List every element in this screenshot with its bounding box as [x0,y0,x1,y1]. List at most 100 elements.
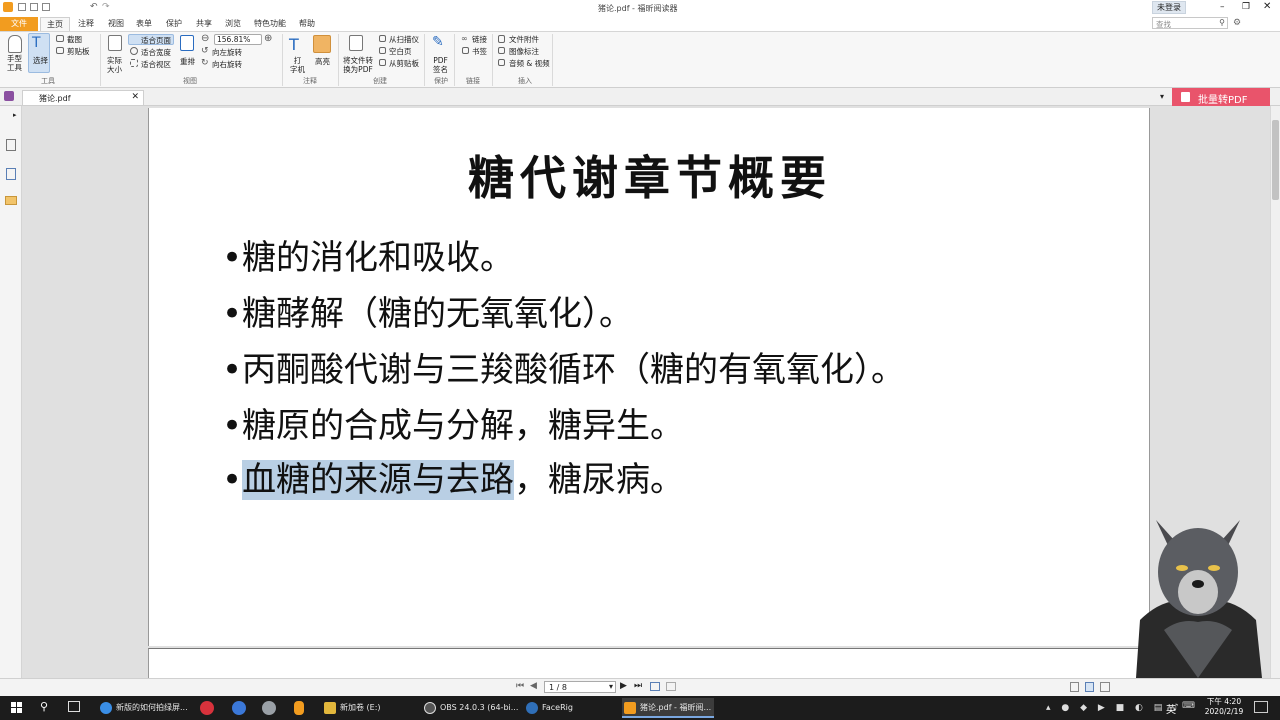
tools-group-label: 工具 [41,77,55,85]
first-page-icon[interactable]: ⏮ [516,681,524,691]
open-icon[interactable] [18,3,26,11]
hand-tool-icon[interactable] [8,35,22,53]
taskbar-obs[interactable]: OBS 24.0.3 (64-bi... [422,698,518,718]
taskbar-foxit[interactable]: 猪论.pdf - 福昕阅... [622,698,714,718]
bookmark-panel-icon[interactable] [6,139,16,151]
ribbon-toolbar: 手型 工具 T 选择 工具 截图 剪贴板 实际 大小 适合页面 适合宽度 适合视… [0,32,1280,88]
audio-video-button[interactable]: 音频 & 视频 [509,58,550,69]
continuous-icon[interactable] [1085,682,1094,692]
scrollbar-thumb[interactable] [1272,120,1279,200]
convert-to-pdf-button[interactable]: 将文件转 换为PDF [343,56,373,74]
tab-file[interactable]: 文件 [0,17,38,31]
save-icon[interactable] [30,3,38,11]
tray-icons[interactable]: ▴ ● ◆ ▶ ■ ◐ ▤ ♪ [1046,703,1183,713]
tab-browse[interactable]: 浏览 [220,17,246,31]
search-input[interactable]: 查找 ⚲ [1152,17,1228,29]
navigation-panel: ▸ [0,106,22,678]
taskbar-explorer[interactable]: 新加卷 (E:) [322,698,414,718]
close-tab-icon[interactable]: ✕ [131,92,139,102]
image-annotation-button[interactable]: 图像标注 [509,46,539,57]
snapshot-button[interactable]: 截图 [67,34,82,45]
zoom-in-icon[interactable]: ⊕ [264,33,272,44]
tab-view[interactable]: 视图 [104,17,128,31]
gear-icon[interactable]: ⚙ [1233,18,1241,28]
page-number-input[interactable]: 1 / 8 ▾ [544,681,616,693]
fit-width-button[interactable]: 适合宽度 [141,47,171,58]
clock[interactable]: 下午 4:20 2020/2/19 [1204,697,1244,717]
document-tabs: 猪论.pdf ✕ ▾ 批量转PDF [0,88,1280,106]
fit-visible-icon [130,59,138,67]
taskbar-facerig[interactable]: FaceRig [524,698,616,718]
typewriter-button[interactable]: 打 字机 [290,56,305,74]
vertical-scrollbar[interactable] [1270,106,1280,678]
taskbar-explorer-label: 新加卷 (E:) [340,703,381,712]
search-taskbar-icon[interactable]: ⚲ [40,700,48,713]
blank-page-button[interactable]: 空白页 [389,46,412,57]
link-button[interactable]: 链接 [472,34,487,45]
search-icon[interactable]: ⚲ [1219,18,1225,27]
restore-icon[interactable]: ❐ [1242,2,1250,12]
single-page-icon[interactable] [1070,682,1079,692]
tab-help[interactable]: 帮助 [294,17,320,31]
bookmark-button[interactable]: 书签 [472,46,487,57]
print-icon[interactable] [42,3,50,11]
doc-tab[interactable]: 猪论.pdf ✕ [22,90,144,105]
highlight-button[interactable]: 高亮 [315,56,330,67]
tab-form[interactable]: 表单 [132,17,156,31]
ime-icon[interactable]: ⌨ [1182,701,1195,711]
fit-visible-button[interactable]: 适合视区 [141,59,171,70]
clipboard-button[interactable]: 剪贴板 [67,46,90,57]
task-view-icon[interactable] [68,701,80,712]
foxit-pin-icon[interactable] [294,701,304,715]
highlighted-text[interactable]: 血糖的来源与去路 [242,460,515,500]
taskbar-facerig-label: FaceRig [542,703,573,712]
tab-share[interactable]: 共享 [192,17,216,31]
select-label[interactable]: 选择 [33,55,48,66]
rotate-right-button[interactable]: 向右旋转 [212,59,242,70]
from-scanner-button[interactable]: 从扫描仪 [389,34,419,45]
clock-time: 下午 4:20 [1206,697,1242,706]
login-button[interactable]: 未登录 [1152,1,1186,14]
next-view-icon[interactable] [666,682,676,691]
page-dropdown-icon[interactable]: ▾ [609,682,613,691]
tab-comment[interactable]: 注释 [74,17,98,31]
from-clipboard-button[interactable]: 从剪贴板 [389,58,419,69]
app-icon[interactable] [262,701,276,715]
redo-icon[interactable]: ↷ [102,2,110,12]
window-title: 猪论.pdf - 福昕阅读器 [598,4,678,13]
notification-icon[interactable] [1254,701,1268,713]
browser-icon[interactable] [232,701,246,715]
scanner-icon [379,35,386,42]
actual-size-button[interactable]: 实际 大小 [107,56,122,74]
tab-home[interactable]: 主页 [40,17,70,31]
zoom-out-icon[interactable]: ⊖ [201,33,209,44]
prev-view-icon[interactable] [650,682,660,691]
batch-convert-button[interactable]: 批量转PDF [1172,88,1270,106]
minimize-icon[interactable]: – [1220,2,1225,12]
pdf-sign-button[interactable]: PDF 签名 [433,56,448,74]
expand-panel-icon[interactable]: ▸ [13,111,17,119]
fit-width-icon [130,47,138,55]
undo-icon[interactable]: ↶ [90,2,98,12]
next-page-icon[interactable]: ▶ [620,681,627,691]
windows-start-icon[interactable] [11,702,23,714]
facing-icon[interactable] [1100,682,1110,692]
hand-tool-label[interactable]: 手型 工具 [7,54,22,72]
tab-list-icon[interactable]: ▾ [1160,92,1164,101]
close-icon[interactable]: ✕ [1263,1,1271,12]
tab-protect[interactable]: 保护 [162,17,186,31]
netease-music-icon[interactable] [200,701,214,715]
pdf-page-next[interactable] [148,648,1150,678]
last-page-icon[interactable]: ⏭ [634,681,642,691]
file-attachment-button[interactable]: 文件附件 [509,34,539,45]
rotate-left-button[interactable]: 向左旋转 [212,47,242,58]
pen-sign-icon: ✎ [432,34,444,50]
comments-panel-icon[interactable] [5,196,17,205]
previous-page-icon[interactable]: ◀ [530,681,537,691]
bookmark-icon [462,47,469,54]
reflow-button[interactable]: 重排 [180,56,195,67]
tab-features[interactable]: 特色功能 [252,17,288,31]
input-language[interactable]: 英 [1166,701,1176,716]
taskbar-chrome[interactable]: 新版的如何拍绿屏... [98,698,194,718]
pages-panel-icon[interactable] [6,168,16,180]
